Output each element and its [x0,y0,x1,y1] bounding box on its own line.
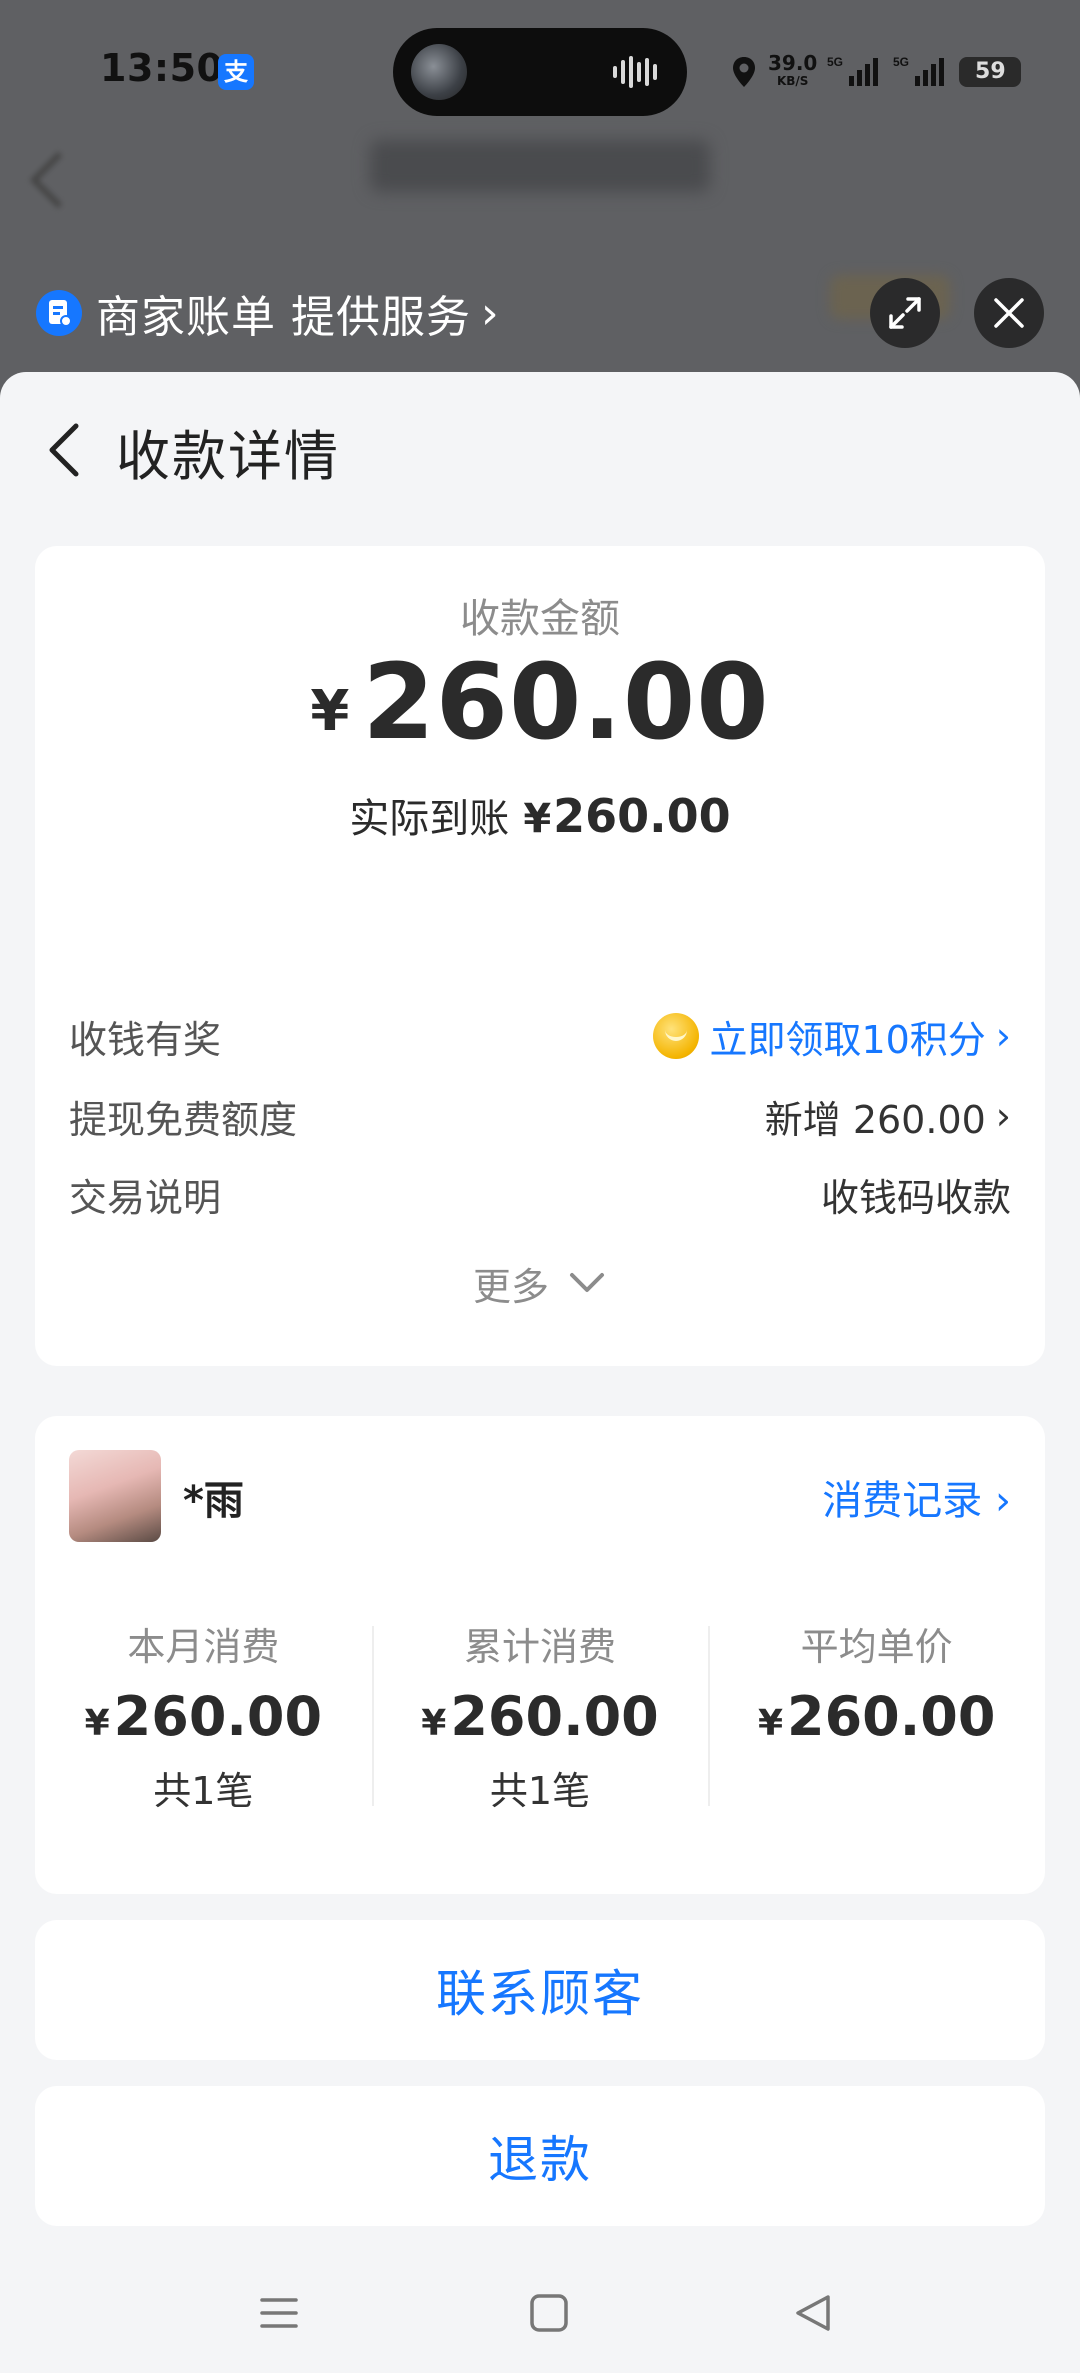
stat-value: ¥260.00 [372,1685,709,1748]
stat-value: ¥260.00 [35,1685,372,1748]
battery-icon: 59 [959,57,1022,87]
stat-monthly: 本月消费 ¥260.00 共1笔 [35,1616,372,1813]
reward-link-text: 立即领取10积分 [709,1017,986,1062]
currency-symbol: ¥ [757,1703,784,1744]
avatar[interactable] [69,1450,161,1542]
stat-label: 累计消费 [464,1625,617,1669]
more-label: 更多 [472,1265,549,1309]
stat-label: 本月消费 [127,1625,280,1669]
more-toggle[interactable]: 更多 [35,1256,1045,1311]
currency-symbol: ¥ [310,679,351,744]
net-speed: 39.0 KB/S [768,53,817,90]
system-nav-bar [0,2272,1080,2373]
currency-symbol: ¥ [84,1703,110,1744]
location-icon [733,57,755,87]
media-thumbnail [411,44,467,100]
merchant-bill-icon [36,290,82,336]
customer-name: *雨 [183,1478,244,1524]
stat-number: 260.00 [787,1685,996,1748]
chevron-right-icon: › [995,1478,1011,1524]
transaction-note-row: 交易说明 收钱码收款 [69,1164,1011,1224]
stat-label: 平均单价 [800,1625,953,1669]
background-title [370,140,710,192]
close-button[interactable] [974,278,1044,348]
home-icon[interactable] [528,2292,570,2334]
actual-received-number: 260.00 [553,789,731,843]
withdraw-quota-label: 提现免费额度 [69,1097,298,1142]
stat-count: 共1笔 [153,1769,254,1813]
transaction-note-value: 收钱码收款 [820,1175,1011,1220]
refund-button[interactable]: 退款 [35,2086,1045,2226]
coin-icon [653,1013,700,1059]
stat-value: ¥260.00 [708,1685,1045,1748]
reward-label: 收钱有奖 [69,1017,222,1062]
provider-label: 商家账单 提供服务 [96,292,471,343]
back-triangle-icon[interactable] [792,2292,834,2334]
svg-text:5G: 5G [827,55,843,69]
back-button[interactable] [44,420,88,480]
expand-icon [889,297,921,329]
chevron-right-icon: › [995,1094,1011,1138]
currency-symbol: ¥ [421,1703,447,1744]
stat-number: 260.00 [450,1685,659,1748]
alipay-notification-icon: 支 [218,54,254,90]
chevron-down-icon [570,1273,605,1292]
amount-card: 收款金额 ¥260.00 实际到账 ¥260.00 收钱有奖 立即领取10积分 ›… [35,546,1045,1366]
signal-5g-icon: 5G [827,55,879,86]
amount-number: 260.00 [362,641,770,763]
stat-count: 共1笔 [489,1769,591,1813]
sheet-header: 收款详情 [0,372,1080,517]
customer-stats: 本月消费 ¥260.00 共1笔 累计消费 ¥260.00 共1笔 平均单价 ¥… [35,1616,1045,1813]
status-bar: 13:50 支 39.0 KB/S 5G 5G 59 [0,0,1080,140]
expand-button[interactable] [870,278,940,348]
reward-value[interactable]: 立即领取10积分 › [653,1009,1011,1064]
dynamic-island[interactable] [393,28,687,116]
amount-value: ¥260.00 [35,641,1045,763]
actual-received-value: ¥260.00 [523,789,730,843]
status-time: 13:50 [100,46,224,90]
stat-total: 累计消费 ¥260.00 共1笔 [371,1616,709,1813]
page-title: 收款详情 [116,425,340,488]
amount-caption: 收款金额 [460,596,620,642]
consumption-record-link[interactable]: 消费记录 › [822,1468,1011,1526]
transaction-note-label: 交易说明 [69,1175,222,1220]
close-icon [994,298,1024,328]
withdraw-quota-row[interactable]: 提现免费额度 新增 260.00 › [69,1086,1011,1146]
chevron-right-icon: › [481,287,499,339]
status-indicators: 39.0 KB/S 5G 5G 59 [730,50,1022,94]
signal-5g-icon-2: 5G [893,55,945,86]
audio-wave-icon [613,56,657,88]
customer-card: *雨 消费记录 › 本月消费 ¥260.00 共1笔 累计消费 ¥260.00 … [35,1416,1045,1894]
menu-icon[interactable] [258,2292,300,2334]
consumption-record-label: 消费记录 [822,1478,983,1524]
stat-number: 260.00 [113,1685,323,1748]
reward-row[interactable]: 收钱有奖 立即领取10积分 › [69,1006,1011,1066]
chevron-right-icon: › [995,1014,1011,1058]
background-back-icon [29,151,87,209]
contact-customer-button[interactable]: 联系顾客 [35,1920,1045,2060]
provider-link[interactable]: 商家账单 提供服务 › [36,285,499,343]
payment-detail-sheet: 收款详情 收款金额 ¥260.00 实际到账 ¥260.00 收钱有奖 立即领取1… [0,372,1080,2373]
stat-average: 平均单价 ¥260.00 [708,1616,1045,1806]
withdraw-quota-value[interactable]: 新增 260.00 › [765,1089,1011,1144]
withdraw-quota-text: 新增 260.00 [764,1097,986,1142]
actual-received: 实际到账 ¥260.00 [35,786,1045,844]
actual-currency-symbol: ¥ [523,796,552,842]
actual-received-label: 实际到账 [349,796,510,842]
svg-text:5G: 5G [893,55,909,69]
